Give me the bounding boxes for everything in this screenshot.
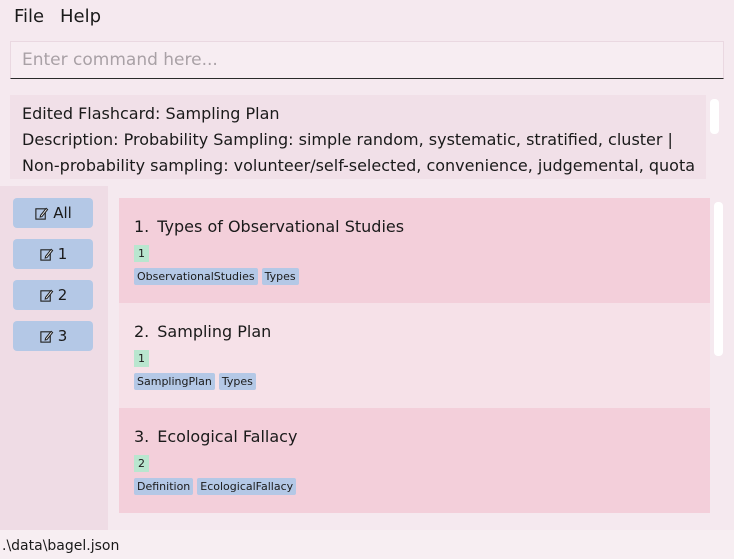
tag-label: Definition xyxy=(134,478,194,495)
edit-icon xyxy=(35,207,49,220)
tag-label: Types xyxy=(218,373,256,390)
tag-button-all[interactable]: All xyxy=(13,198,93,228)
flashcard-index: 3. xyxy=(134,427,150,446)
menu-bar: File Help xyxy=(0,0,734,36)
tag-button-2[interactable]: 2 xyxy=(13,280,93,310)
menu-help[interactable]: Help xyxy=(60,6,101,28)
command-box xyxy=(10,41,724,79)
flashcard-tags: ObservationalStudies Types xyxy=(134,268,303,285)
menu-file[interactable]: File xyxy=(14,6,44,28)
flashcard[interactable]: 2. Sampling Plan 1 SamplingPlan Types xyxy=(119,303,710,408)
result-line-2: Description: Probability Sampling: simpl… xyxy=(22,130,673,149)
tag-button-label: All xyxy=(53,204,72,222)
flashcard-title: Types of Observational Studies xyxy=(157,217,405,236)
flashcard[interactable]: 3. Ecological Fallacy 2 Definition Ecologi… xyxy=(119,408,710,513)
flashcard-tags: SamplingPlan Types xyxy=(134,373,260,390)
flashcard-title-row: 2. Sampling Plan xyxy=(134,322,271,342)
edit-icon xyxy=(40,248,54,261)
tag-label: Types xyxy=(261,268,299,285)
command-input[interactable] xyxy=(11,42,723,78)
status-bar: .\data\bagel.json xyxy=(0,530,734,559)
flashcard-title-row: 1. Types of Observational Studies xyxy=(134,217,404,237)
result-scrollbar[interactable] xyxy=(710,99,719,134)
tag-button-1[interactable]: 1 xyxy=(13,239,93,269)
flashcard[interactable]: 1. Types of Observational Studies 1 Obser… xyxy=(119,198,710,303)
flashcard-count-badge: 1 xyxy=(134,350,149,367)
flashcard-title: Sampling Plan xyxy=(157,322,272,341)
tag-label: EcologicalFallacy xyxy=(197,478,297,495)
list-scrollbar[interactable] xyxy=(714,202,723,356)
edit-icon xyxy=(40,330,54,343)
flashcard-list: 1. Types of Observational Studies 1 Obser… xyxy=(119,198,710,522)
tag-button-3[interactable]: 3 xyxy=(13,321,93,351)
flashcard-tags: Definition EcologicalFallacy xyxy=(134,478,300,495)
flashcard-title: Ecological Fallacy xyxy=(157,427,298,446)
flashcard-title-row: 3. Ecological Fallacy xyxy=(134,427,297,447)
tag-button-label: 1 xyxy=(57,245,68,263)
flashcard-count-badge: 1 xyxy=(134,245,149,262)
tag-button-label: 3 xyxy=(57,327,68,345)
flashcard-count-badge: 2 xyxy=(134,455,149,472)
edit-icon xyxy=(40,289,54,302)
result-display: Edited Flashcard: Sampling Plan Descript… xyxy=(10,95,706,179)
flashcard-index: 2. xyxy=(134,322,150,341)
tag-label: SamplingPlan xyxy=(134,373,215,390)
tag-panel xyxy=(0,186,108,530)
tag-label: ObservationalStudies xyxy=(134,268,258,285)
flashcard-index: 1. xyxy=(134,217,150,236)
result-line-1: Edited Flashcard: Sampling Plan xyxy=(22,104,280,123)
tag-button-label: 2 xyxy=(57,286,68,304)
data-file-path: .\data\bagel.json xyxy=(2,538,120,554)
result-line-3: Non-probability sampling: volunteer/self… xyxy=(22,156,696,175)
